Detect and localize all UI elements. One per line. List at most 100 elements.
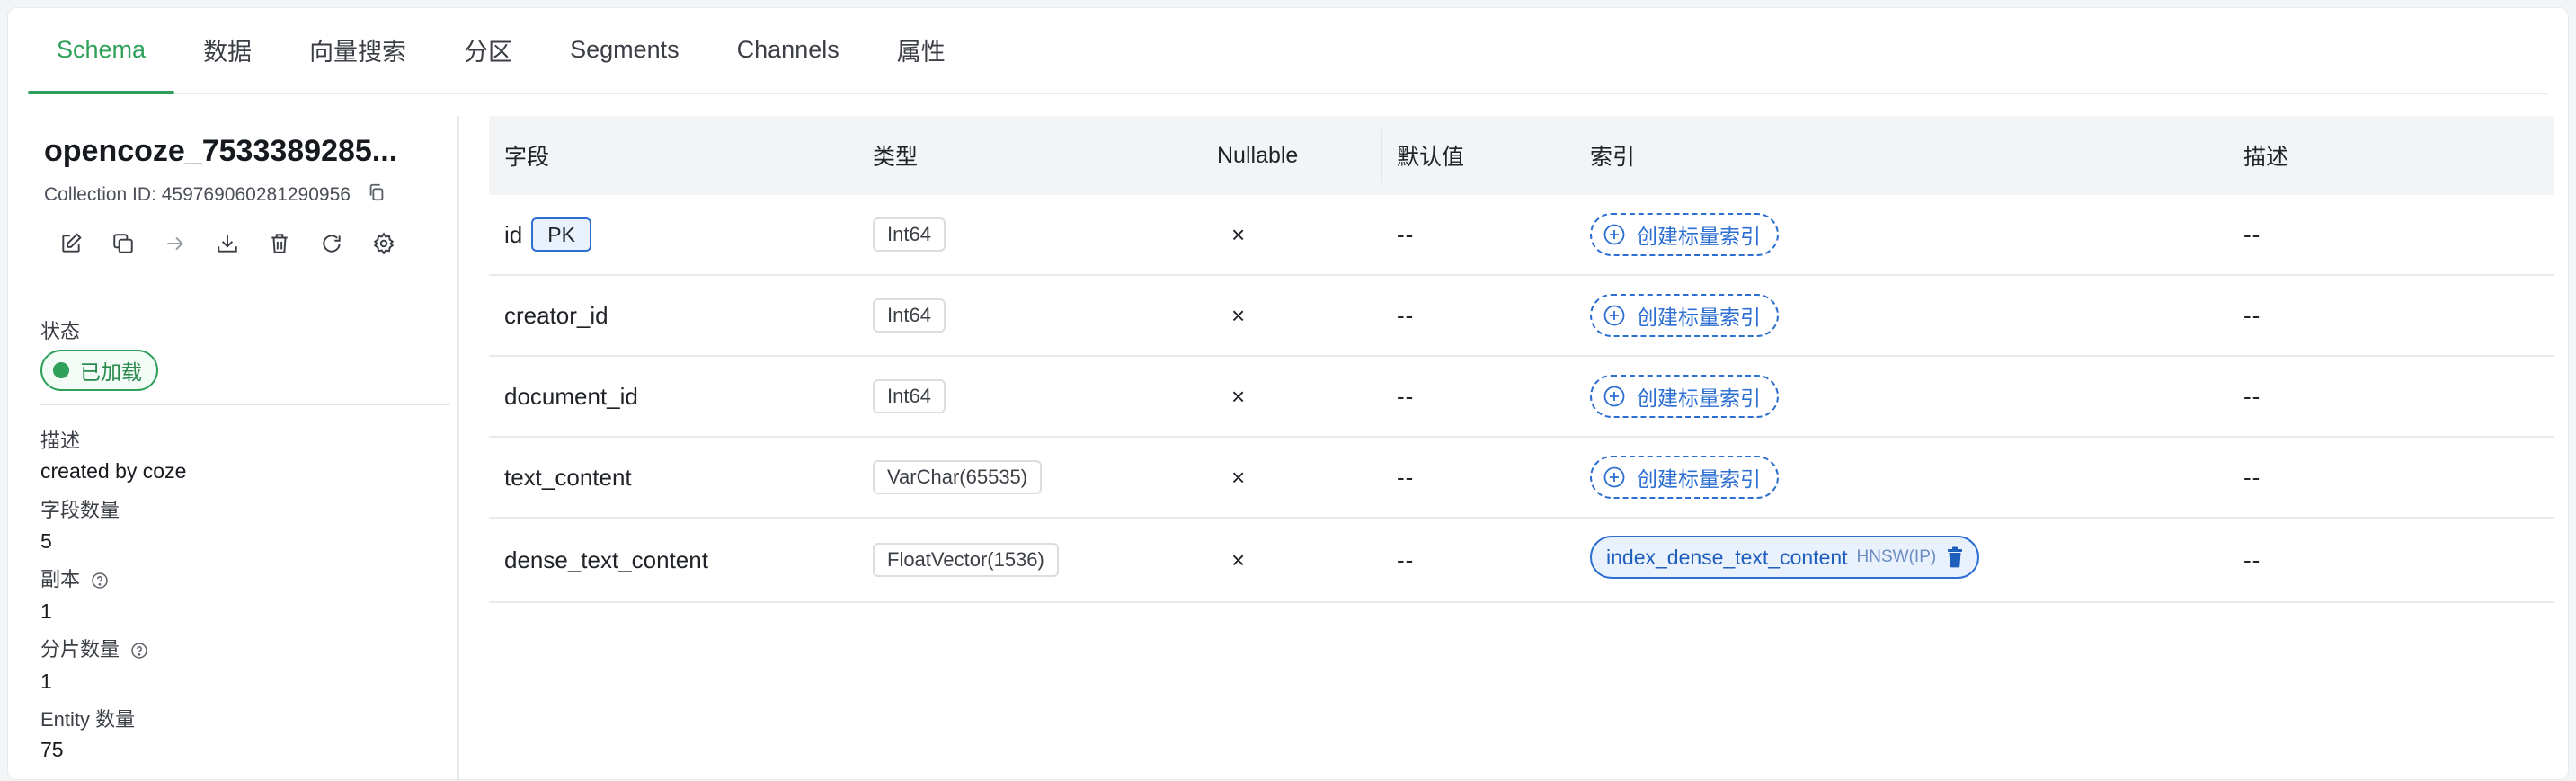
default-value: -- <box>1397 220 1415 248</box>
index-cell: index_dense_text_content HNSW(IP) <box>1590 519 1980 601</box>
field-name: creator_id <box>504 301 608 329</box>
replica-value: 1 <box>40 599 52 623</box>
type-tag: Int64 <box>873 379 946 413</box>
plus-circle-icon <box>1603 466 1625 488</box>
status-value: 已加载 <box>80 360 142 384</box>
type-tag: VarChar(65535) <box>873 460 1043 494</box>
header-field: 字段 <box>504 145 550 170</box>
type-cell: FloatVector(1536) <box>873 519 1059 601</box>
description-label: 描述 <box>40 430 81 452</box>
table-row: id PK Int64 × -- 创建标量索引 -- <box>489 195 2554 276</box>
collection-id-row: Collection ID: 459769060281290956 <box>44 182 386 208</box>
tab-bar: Schema 数据 向量搜索 分区 Segments Channels 属性 <box>28 8 2548 94</box>
plus-circle-icon <box>1603 386 1625 407</box>
refresh-icon[interactable] <box>319 231 344 256</box>
download-icon[interactable] <box>215 231 240 256</box>
field-name: document_id <box>504 382 638 410</box>
index-chip[interactable]: index_dense_text_content HNSW(IP) <box>1590 536 1980 579</box>
schema-table: 字段 类型 Nullable 默认值 索引 描述 id PK Int64 × -… <box>489 116 2554 603</box>
field-name: id <box>504 220 523 248</box>
header-default: 默认值 <box>1397 145 1465 170</box>
schema-panel: Schema 数据 向量搜索 分区 Segments Channels 属性 o… <box>7 7 2569 781</box>
collection-id: Collection ID: 459769060281290956 <box>44 184 351 205</box>
table-row: creator_id Int64 × -- 创建标量索引 -- <box>489 276 2554 357</box>
create-scalar-index-button[interactable]: 创建标量索引 <box>1590 213 1779 256</box>
index-type: HNSW(IP) <box>1856 547 1937 566</box>
arrow-right-icon[interactable] <box>163 231 188 256</box>
create-index-label: 创建标量索引 <box>1637 306 1761 329</box>
index-cell: 创建标量索引 <box>1590 195 1779 274</box>
type-tag: Int64 <box>873 217 946 252</box>
field-count-label: 字段数量 <box>40 499 120 521</box>
nullable-value: × <box>1231 546 1246 573</box>
tab-data[interactable]: 数据 <box>174 6 280 93</box>
column-divider <box>1381 129 1382 182</box>
status-badge: 已加载 <box>40 350 158 391</box>
header-nullable: Nullable <box>1217 142 1299 168</box>
tab-partitions[interactable]: 分区 <box>435 6 541 93</box>
collection-name: opencoze_7533389285... <box>44 134 398 168</box>
header-description: 描述 <box>2243 145 2289 170</box>
copy-icon[interactable] <box>358 182 386 208</box>
tab-properties[interactable]: 属性 <box>868 6 974 93</box>
create-index-label: 创建标量索引 <box>1637 225 1761 248</box>
replica-label: 副本 <box>40 568 81 590</box>
table-row: dense_text_content FloatVector(1536) × -… <box>489 519 2554 603</box>
field-name-cell: id PK <box>504 195 591 274</box>
field-count-value: 5 <box>40 529 52 553</box>
nullable-value: × <box>1231 220 1246 248</box>
description-value: -- <box>2243 382 2261 410</box>
default-value: -- <box>1397 301 1415 329</box>
tab-schema[interactable]: Schema <box>28 6 175 94</box>
entity-value: 75 <box>40 738 64 761</box>
table-header: 字段 类型 Nullable 默认值 索引 描述 <box>489 116 2554 195</box>
default-value: -- <box>1397 546 1415 573</box>
description-value: created by coze <box>40 459 187 483</box>
header-index: 索引 <box>1590 145 1636 170</box>
type-tag: FloatVector(1536) <box>873 543 1059 577</box>
shard-label-row: 分片数量 <box>40 634 148 662</box>
description-value: -- <box>2243 546 2261 573</box>
field-name: text_content <box>504 463 632 491</box>
info-divider <box>40 404 450 405</box>
description-value: -- <box>2243 220 2261 248</box>
replica-label-row: 副本 <box>40 564 109 592</box>
type-tag: Int64 <box>873 298 946 333</box>
duplicate-icon[interactable] <box>111 231 136 256</box>
table-row: text_content VarChar(65535) × -- 创建标量索引 … <box>489 438 2554 519</box>
field-name: dense_text_content <box>504 546 708 573</box>
plus-circle-icon <box>1603 305 1625 326</box>
tab-segments[interactable]: Segments <box>541 6 708 93</box>
settings-icon[interactable] <box>371 231 396 256</box>
create-index-label: 创建标量索引 <box>1637 467 1761 491</box>
nullable-value: × <box>1231 301 1246 329</box>
entity-label: Entity 数量 <box>40 708 136 731</box>
pk-badge: PK <box>531 217 591 252</box>
help-icon[interactable] <box>125 638 148 661</box>
create-index-label: 创建标量索引 <box>1637 386 1761 410</box>
description-value: -- <box>2243 463 2261 491</box>
create-scalar-index-button[interactable]: 创建标量索引 <box>1590 456 1779 499</box>
nullable-value: × <box>1231 463 1246 491</box>
type-cell: Int64 <box>873 357 946 436</box>
type-cell: Int64 <box>873 276 946 355</box>
status-dot-icon <box>53 362 69 378</box>
description-value: -- <box>2243 301 2261 329</box>
type-cell: Int64 <box>873 195 946 274</box>
index-cell: 创建标量索引 <box>1590 438 1779 517</box>
delete-icon[interactable] <box>267 231 292 256</box>
shard-label: 分片数量 <box>40 638 120 661</box>
collection-actions <box>58 231 396 256</box>
nullable-value: × <box>1231 382 1246 410</box>
trash-icon[interactable] <box>1945 546 1965 568</box>
tab-vector-search[interactable]: 向量搜索 <box>280 6 435 93</box>
help-icon[interactable] <box>85 568 109 590</box>
create-scalar-index-button[interactable]: 创建标量索引 <box>1590 375 1779 418</box>
default-value: -- <box>1397 382 1415 410</box>
tab-channels[interactable]: Channels <box>708 6 868 93</box>
create-scalar-index-button[interactable]: 创建标量索引 <box>1590 294 1779 337</box>
shard-value: 1 <box>40 670 52 693</box>
edit-icon[interactable] <box>58 231 84 256</box>
index-cell: 创建标量索引 <box>1590 357 1779 436</box>
header-type: 类型 <box>873 145 919 170</box>
